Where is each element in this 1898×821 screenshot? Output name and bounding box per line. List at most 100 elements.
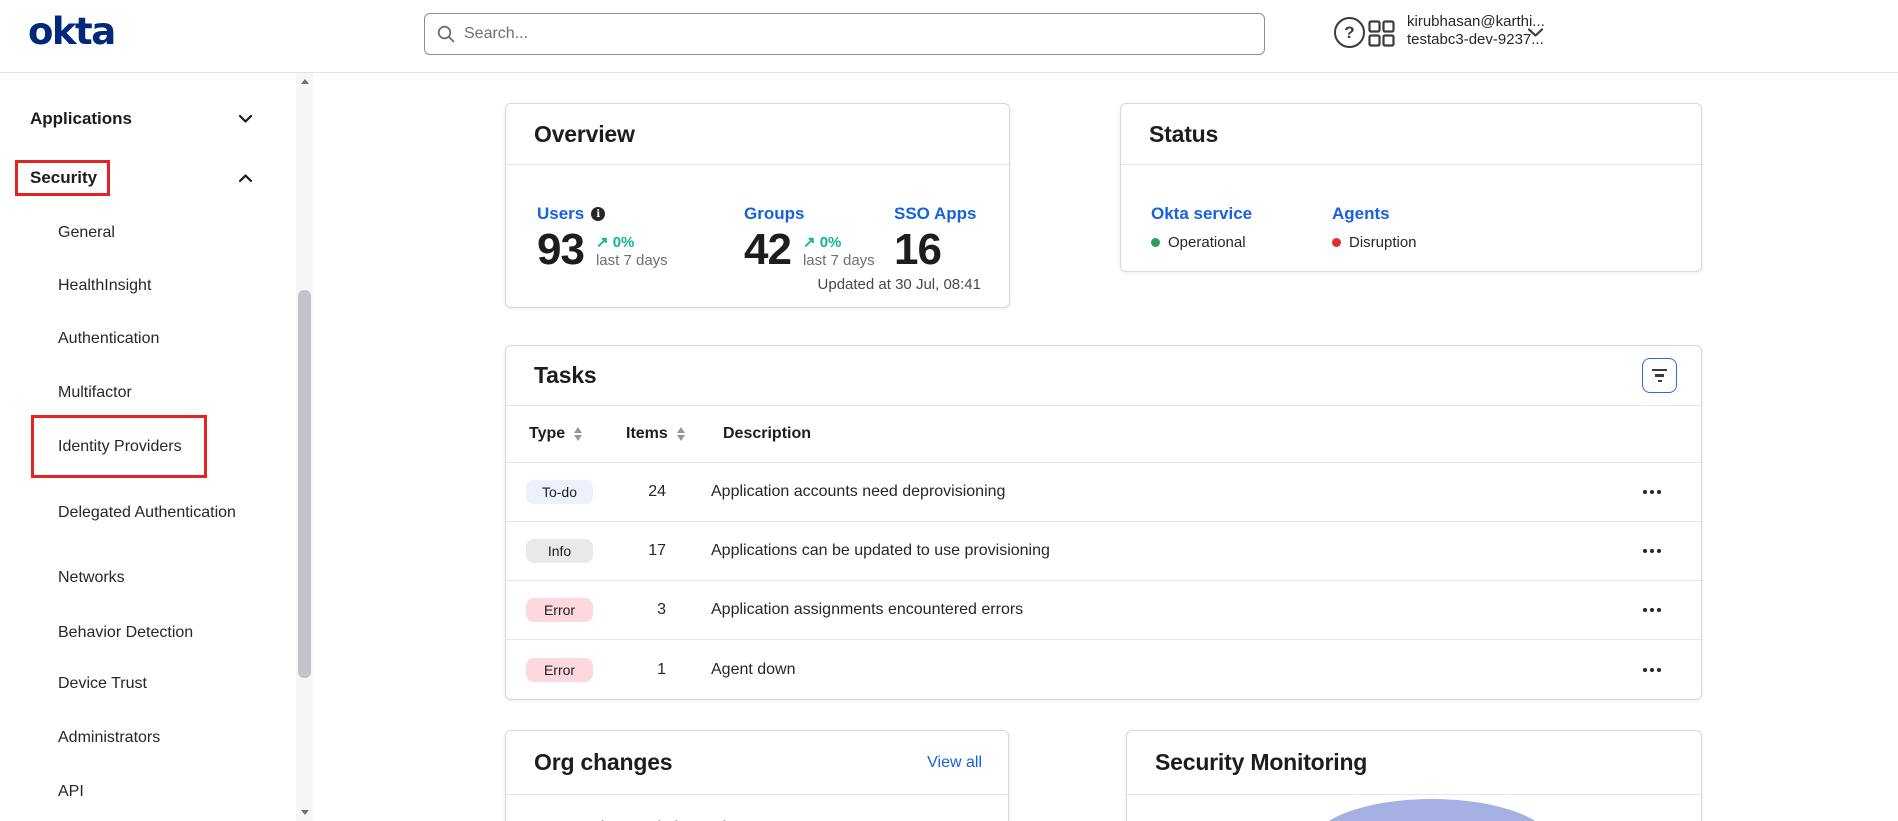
column-header-description: Description bbox=[723, 425, 811, 443]
sso-apps-count: 16 bbox=[894, 228, 941, 272]
users-count: 93 bbox=[537, 228, 584, 272]
tasks-card-header: Tasks bbox=[506, 346, 1701, 406]
sidebar-item-label: General bbox=[58, 220, 115, 245]
help-icon[interactable] bbox=[1334, 17, 1365, 48]
sidebar-item-label: Device Trust bbox=[58, 671, 147, 696]
search-icon bbox=[437, 25, 455, 43]
stat-sso-apps: SSO Apps 16 bbox=[894, 204, 977, 272]
okta-logo[interactable]: okta bbox=[28, 10, 115, 53]
tasks-title: Tasks bbox=[534, 362, 597, 389]
sidebar-nav: Applications Security General HealthInsi… bbox=[0, 73, 313, 821]
groups-link[interactable]: Groups bbox=[744, 204, 875, 224]
trend-percent: 0% bbox=[820, 234, 842, 251]
search-input[interactable] bbox=[464, 25, 1252, 43]
sidebar-item-device-trust[interactable]: Device Trust bbox=[58, 663, 236, 703]
org-changes-title: Org changes bbox=[534, 749, 672, 776]
sidebar-item-label: Multifactor bbox=[58, 380, 132, 405]
overview-card: Overview Users 93 ↗ 0% last 7 days G bbox=[505, 103, 1010, 308]
sidebar-item-authentication[interactable]: Authentication bbox=[58, 318, 236, 358]
search-box[interactable] bbox=[424, 13, 1265, 55]
items-count: 3 bbox=[626, 601, 666, 619]
table-row[interactable]: Info 17 Applications can be updated to u… bbox=[506, 522, 1701, 581]
sort-items-icon[interactable] bbox=[677, 427, 685, 441]
users-trend: ↗ 0% last 7 days bbox=[596, 234, 668, 272]
status-card-header: Status bbox=[1121, 104, 1701, 165]
sidebar-item-label: HealthInsight bbox=[58, 273, 151, 298]
okta-service-link[interactable]: Okta service bbox=[1151, 204, 1252, 224]
overview-title: Overview bbox=[534, 121, 635, 148]
sidebar-section-security[interactable]: Security bbox=[0, 158, 296, 198]
sidebar-item-label: Behavior Detection bbox=[58, 620, 193, 645]
sidebar-item-behavior-detection[interactable]: Behavior Detection bbox=[58, 612, 236, 652]
sort-type-icon[interactable] bbox=[574, 427, 582, 441]
scrollbar-thumb[interactable] bbox=[298, 290, 311, 678]
okta-admin-dashboard: okta kirubhasan@karthi... testabc3-dev-9… bbox=[0, 0, 1898, 821]
account-email: kirubhasan@karthi... bbox=[1407, 13, 1527, 31]
groups-count: 42 bbox=[744, 228, 791, 272]
sidebar-section-applications[interactable]: Applications bbox=[0, 99, 296, 139]
filter-button[interactable] bbox=[1642, 358, 1677, 393]
sidebar-item-api[interactable]: API bbox=[58, 771, 236, 811]
sidebar-item-delegated-authentication[interactable]: Delegated Authentication bbox=[58, 487, 236, 537]
account-chevron-down-icon[interactable] bbox=[1527, 27, 1544, 38]
items-count: 24 bbox=[626, 483, 666, 501]
task-description: Application accounts need deprovisioning bbox=[711, 483, 1005, 501]
column-header-items: Items bbox=[626, 425, 668, 443]
sidebar-item-label: Administrators bbox=[58, 725, 160, 750]
row-menu-ellipsis-icon[interactable] bbox=[1639, 657, 1665, 683]
disruption-status-dot bbox=[1332, 238, 1341, 247]
status-title: Status bbox=[1149, 121, 1218, 148]
sidebar-section-label: Applications bbox=[30, 109, 132, 129]
sidebar-item-networks[interactable]: Networks bbox=[58, 557, 236, 597]
org-changes-card: Org changes View all No new changes in l… bbox=[505, 730, 1009, 821]
service-state-text: Disruption bbox=[1349, 234, 1417, 251]
service-state-text: Operational bbox=[1168, 234, 1246, 251]
table-row[interactable]: Error 3 Application assignments encounte… bbox=[506, 581, 1701, 640]
task-description: Agent down bbox=[711, 661, 796, 679]
security-monitoring-card: Security Monitoring bbox=[1126, 730, 1702, 821]
stat-groups: Groups 42 ↗ 0% last 7 days bbox=[744, 204, 875, 272]
row-menu-ellipsis-icon[interactable] bbox=[1639, 479, 1665, 505]
org-changes-empty-message: No new changes in last 7 days bbox=[506, 795, 1008, 821]
sidebar-item-identity-providers[interactable]: Identity Providers bbox=[58, 426, 236, 466]
sidebar-item-label: Identity Providers bbox=[58, 438, 182, 455]
sidebar-item-healthinsight[interactable]: HealthInsight bbox=[58, 265, 236, 305]
view-all-link[interactable]: View all bbox=[927, 754, 982, 772]
app-switcher-icon[interactable] bbox=[1368, 20, 1395, 47]
table-row[interactable]: To-do 24 Application accounts need depro… bbox=[506, 463, 1701, 522]
stat-label-text: Users bbox=[537, 204, 584, 224]
scroll-up-arrow-icon[interactable] bbox=[296, 73, 313, 90]
error-badge: Error bbox=[526, 598, 593, 622]
gauge-chart-arc bbox=[1312, 799, 1552, 821]
users-link[interactable]: Users bbox=[537, 204, 668, 224]
status-card: Status Okta service Operational Agents D… bbox=[1120, 103, 1702, 272]
stat-label-text: Groups bbox=[744, 204, 804, 224]
row-menu-ellipsis-icon[interactable] bbox=[1639, 597, 1665, 623]
stat-users: Users 93 ↗ 0% last 7 days bbox=[537, 204, 668, 272]
sidebar-item-administrators[interactable]: Administrators bbox=[58, 717, 236, 757]
row-menu-ellipsis-icon[interactable] bbox=[1639, 538, 1665, 564]
sidebar-scrollbar[interactable] bbox=[296, 73, 313, 821]
account-menu[interactable]: kirubhasan@karthi... testabc3-dev-9237..… bbox=[1407, 13, 1527, 48]
filter-icon bbox=[1652, 369, 1667, 372]
groups-trend: ↗ 0% last 7 days bbox=[803, 234, 875, 272]
sso-apps-link[interactable]: SSO Apps bbox=[894, 204, 977, 224]
trend-up-arrow-icon: ↗ bbox=[803, 234, 816, 251]
scroll-down-arrow-icon[interactable] bbox=[296, 804, 313, 821]
task-description: Application assignments encountered erro… bbox=[711, 601, 1023, 619]
trend-up-arrow-icon: ↗ bbox=[596, 234, 609, 251]
table-row[interactable]: Error 1 Agent down bbox=[506, 640, 1701, 699]
agents-link[interactable]: Agents bbox=[1332, 204, 1417, 224]
security-monitoring-title: Security Monitoring bbox=[1155, 749, 1367, 776]
security-annotation-box: Security bbox=[15, 160, 110, 196]
todo-badge: To-do bbox=[526, 480, 593, 504]
chevron-down-icon bbox=[238, 114, 253, 124]
sidebar-item-general[interactable]: General bbox=[58, 212, 236, 252]
sidebar-item-label: Authentication bbox=[58, 326, 159, 351]
sidebar-item-multifactor[interactable]: Multifactor bbox=[58, 372, 236, 412]
sidebar-item-label: Delegated Authentication bbox=[58, 500, 236, 525]
okta-service-status: Okta service Operational bbox=[1151, 204, 1252, 251]
info-icon[interactable] bbox=[591, 207, 605, 221]
task-description: Applications can be updated to use provi… bbox=[711, 542, 1050, 560]
tasks-card: Tasks Type Items Description To-do 24 Ap… bbox=[505, 345, 1702, 700]
